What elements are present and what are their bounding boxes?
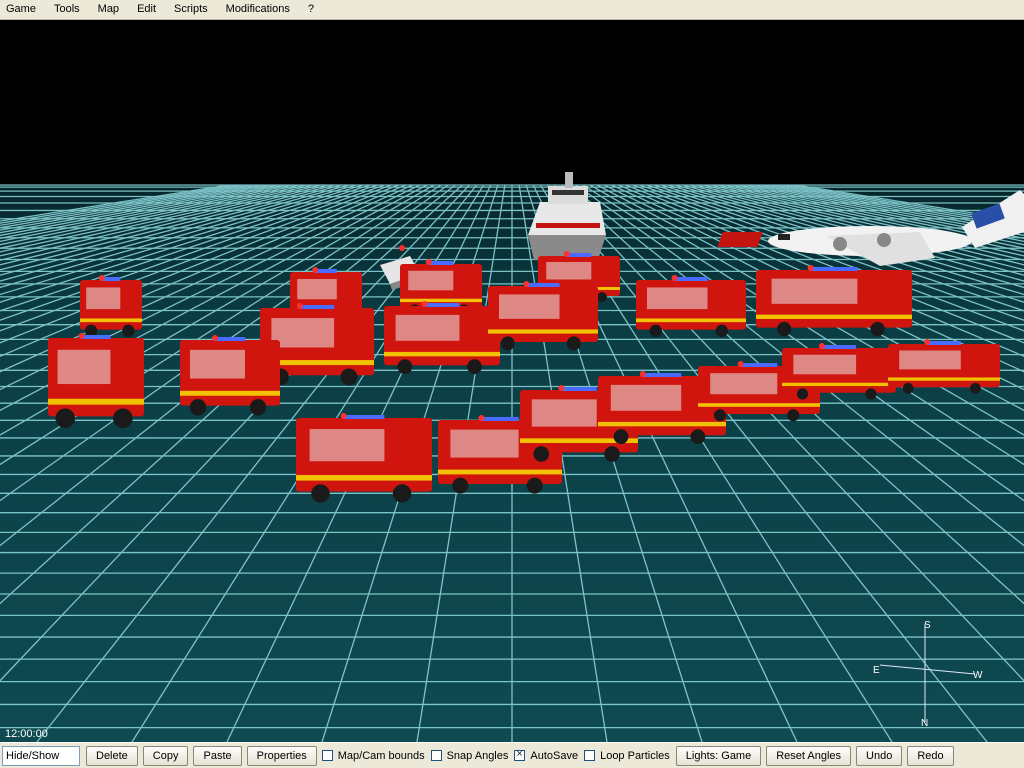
ladder-truck[interactable] bbox=[756, 265, 912, 337]
menu-game[interactable]: Game bbox=[0, 0, 42, 19]
engine-4[interactable] bbox=[384, 301, 500, 375]
menu-scripts[interactable]: Scripts bbox=[168, 0, 214, 19]
snap-angles-label: Snap Angles bbox=[446, 749, 509, 762]
loop-particles-label: Loop Particles bbox=[600, 749, 670, 762]
undo-button[interactable]: Undo bbox=[856, 745, 903, 766]
autosave-box[interactable] bbox=[514, 748, 526, 761]
engine-5[interactable] bbox=[488, 281, 598, 351]
menu-map[interactable]: Map bbox=[92, 0, 125, 19]
reset-angles-button[interactable]: Reset Angles bbox=[766, 745, 852, 766]
map-cam-bounds-label: Map/Cam bounds bbox=[337, 749, 425, 762]
ambulance-2[interactable] bbox=[48, 333, 144, 429]
suv-4[interactable] bbox=[888, 339, 1000, 394]
map-cam-bounds-checkbox[interactable]: Map/Cam bounds bbox=[321, 749, 425, 762]
paste-button[interactable]: Paste bbox=[193, 745, 242, 766]
menu-edit[interactable]: Edit bbox=[131, 0, 162, 19]
hide-show-field[interactable]: Hide/Show bbox=[2, 745, 80, 766]
menu-modifications[interactable]: Modifications bbox=[220, 0, 296, 19]
properties-button[interactable]: Properties bbox=[246, 745, 317, 766]
editor-toolbar: Hide/Show Delete Copy Paste Properties M… bbox=[0, 742, 1024, 768]
map-cam-bounds-box[interactable] bbox=[321, 750, 333, 761]
compass-south-label: S bbox=[924, 620, 931, 631]
redo-button[interactable]: Redo bbox=[907, 745, 954, 766]
engine-7[interactable] bbox=[296, 413, 432, 503]
engine-6[interactable] bbox=[636, 275, 746, 338]
3d-viewport[interactable]: S E W N 12:00:00 bbox=[0, 20, 1024, 742]
scene-render[interactable] bbox=[0, 20, 1024, 742]
menu-bar: Game Tools Map Edit Scripts Modification… bbox=[0, 0, 1024, 20]
copy-button[interactable]: Copy bbox=[142, 745, 189, 766]
suv-3[interactable] bbox=[782, 343, 896, 400]
rescue-2[interactable] bbox=[180, 335, 280, 416]
menu-help[interactable]: ? bbox=[302, 0, 320, 19]
lights-button[interactable]: Lights: Game bbox=[675, 745, 762, 766]
compass-west-label: W bbox=[973, 670, 983, 681]
compass-east-label: E bbox=[873, 665, 880, 676]
snap-angles-box[interactable] bbox=[430, 750, 442, 761]
compass-north-label: N bbox=[921, 718, 929, 729]
game-clock: 12:00:00 bbox=[5, 728, 48, 740]
delete-button[interactable]: Delete bbox=[86, 745, 138, 766]
autosave-label: AutoSave bbox=[530, 749, 579, 762]
menu-tools[interactable]: Tools bbox=[48, 0, 86, 19]
loop-particles-box[interactable] bbox=[584, 750, 596, 761]
autosave-checkbox[interactable]: AutoSave bbox=[514, 748, 579, 762]
snap-angles-checkbox[interactable]: Snap Angles bbox=[430, 749, 509, 762]
loop-particles-checkbox[interactable]: Loop Particles bbox=[584, 750, 670, 762]
ambulance-1[interactable] bbox=[80, 275, 142, 338]
